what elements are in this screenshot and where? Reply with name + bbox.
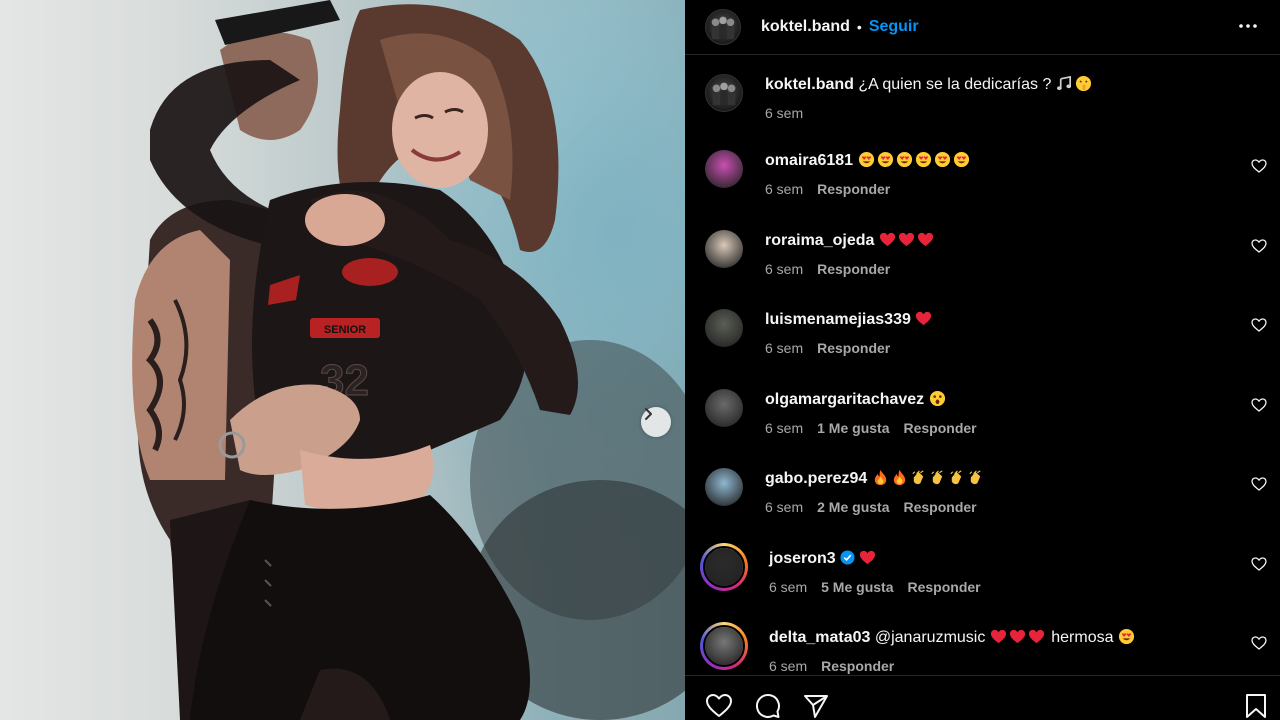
reply-button[interactable]: Responder: [817, 181, 890, 197]
caption-time: 6 sem: [765, 105, 804, 121]
like-comment-heart-icon[interactable]: [1251, 317, 1267, 333]
comment-likes[interactable]: 2 Me gusta: [817, 499, 889, 515]
caption-author-avatar[interactable]: [705, 74, 743, 112]
verified-badge-icon: [840, 550, 855, 565]
bookmark-icon[interactable]: [1242, 692, 1270, 720]
reply-button[interactable]: Responder: [817, 261, 890, 277]
reply-button[interactable]: Responder: [903, 499, 976, 515]
comment-row: joseron3 6 sem 5 Me gusta Responder: [700, 543, 1270, 595]
post-details-panel: koktel.band • Seguir koktel.band ¿A quie…: [685, 0, 1280, 720]
shushing-face-icon: [1075, 75, 1091, 92]
chevron-right-icon: [645, 408, 652, 420]
comment-row: olgamargaritachavez 6 sem 1 Me gusta Res…: [705, 389, 1270, 436]
paper-plane-icon[interactable]: [802, 692, 830, 720]
heart-eyes-emoji-icon: [877, 151, 893, 168]
red-heart-emoji-icon: [879, 232, 895, 247]
commenter-username[interactable]: gabo.perez94: [765, 470, 867, 487]
post-header: koktel.band • Seguir: [685, 0, 1280, 55]
comment-bubble-icon[interactable]: [753, 692, 781, 720]
commenter-username[interactable]: roraima_ojeda: [765, 232, 874, 249]
comment-time: 6 sem: [765, 499, 804, 515]
post-caption: koktel.band ¿A quien se la dedicarías ? …: [705, 74, 1094, 121]
commenter-username[interactable]: olgamargaritachavez: [765, 391, 924, 408]
comment-time: 6 sem: [765, 181, 804, 197]
comment-time: 6 sem: [769, 579, 808, 595]
svg-text:SENIOR: SENIOR: [324, 324, 366, 336]
clap-emoji-icon: [950, 470, 962, 485]
comment-row: luismenamejias339 6 sem Responder: [705, 309, 1270, 356]
commenter-username[interactable]: omaira6181: [765, 152, 853, 169]
clap-emoji-icon: [969, 470, 981, 485]
astonished-emoji-icon: [929, 390, 945, 407]
heart-eyes-emoji-icon: [934, 151, 950, 168]
commenter-username[interactable]: luismenamejias339: [765, 311, 911, 328]
comments-list[interactable]: koktel.band ¿A quien se la dedicarías ? …: [685, 56, 1280, 675]
commenter-avatar[interactable]: [705, 389, 743, 427]
red-heart-emoji-icon: [1009, 629, 1025, 644]
post-actions-bar: [685, 675, 1280, 720]
comment-likes[interactable]: 5 Me gusta: [821, 579, 893, 595]
header-separator: •: [856, 19, 862, 35]
caption-text: ¿A quien se la dedicarías ?: [858, 76, 1052, 93]
reply-button[interactable]: Responder: [907, 579, 980, 595]
commenter-username[interactable]: delta_mata03: [769, 629, 870, 646]
musical-notes-icon: [1056, 75, 1071, 91]
red-heart-emoji-icon: [860, 550, 876, 565]
heart-eyes-emoji-icon: [915, 151, 931, 168]
commenter-avatar[interactable]: [705, 468, 743, 506]
red-heart-emoji-icon: [1028, 629, 1044, 644]
author-avatar[interactable]: [705, 9, 741, 45]
comment-text: hermosa: [1051, 629, 1114, 646]
like-comment-heart-icon[interactable]: [1251, 397, 1267, 413]
comment-time: 6 sem: [765, 340, 804, 356]
comment-row: gabo.perez94 6 sem 2 Me gusta Responder: [705, 468, 1270, 515]
commenter-avatar[interactable]: [700, 543, 748, 591]
comment-time: 6 sem: [769, 658, 808, 674]
post-photo[interactable]: SENIOR 32: [0, 0, 685, 720]
commenter-avatar[interactable]: [700, 622, 748, 670]
comment-row: delta_mata03 @janaruzmusic hermosa 6 sem…: [700, 622, 1270, 674]
red-heart-emoji-icon: [916, 311, 932, 326]
red-heart-emoji-icon: [917, 232, 933, 247]
follow-button[interactable]: Seguir: [869, 18, 919, 36]
like-comment-heart-icon[interactable]: [1251, 158, 1267, 174]
band-photo: [712, 82, 736, 106]
band-photo: [711, 16, 735, 40]
like-comment-heart-icon[interactable]: [1251, 238, 1267, 254]
commenter-avatar[interactable]: [705, 309, 743, 347]
heart-eyes-emoji-icon: [858, 151, 874, 168]
author-username[interactable]: koktel.band: [761, 18, 850, 36]
heart-eyes-emoji-icon: [896, 151, 912, 168]
commenter-avatar[interactable]: [705, 230, 743, 268]
reply-button[interactable]: Responder: [817, 340, 890, 356]
reply-button[interactable]: Responder: [821, 658, 894, 674]
red-heart-emoji-icon: [898, 232, 914, 247]
comment-row: roraima_ojeda 6 sem Responder: [705, 230, 1270, 277]
comment-likes[interactable]: 1 Me gusta: [817, 420, 889, 436]
commenter-avatar[interactable]: [705, 150, 743, 188]
fire-emoji-icon: [893, 469, 905, 486]
clap-emoji-icon: [912, 470, 924, 485]
comment-time: 6 sem: [765, 261, 804, 277]
comment-mention[interactable]: @janaruzmusic: [875, 629, 986, 646]
more-horizontal-icon[interactable]: [1236, 14, 1260, 38]
caption-username[interactable]: koktel.band: [765, 76, 854, 93]
comment-time: 6 sem: [765, 420, 804, 436]
heart-eyes-emoji-icon: [953, 151, 969, 168]
commenter-username[interactable]: joseron3: [769, 550, 836, 567]
carousel-next-button[interactable]: [641, 407, 671, 437]
clap-emoji-icon: [931, 470, 943, 485]
like-comment-heart-icon[interactable]: [1251, 635, 1267, 651]
post-photo-illustration: SENIOR 32: [132, 0, 685, 720]
like-comment-heart-icon[interactable]: [1251, 476, 1267, 492]
like-comment-heart-icon[interactable]: [1251, 556, 1267, 572]
reply-button[interactable]: Responder: [903, 420, 976, 436]
red-heart-emoji-icon: [990, 629, 1006, 644]
fire-emoji-icon: [874, 469, 886, 486]
comment-row: omaira6181 6 sem Responder: [705, 150, 1270, 197]
heart-eyes-emoji-icon: [1118, 628, 1135, 645]
heart-icon[interactable]: [705, 692, 733, 720]
